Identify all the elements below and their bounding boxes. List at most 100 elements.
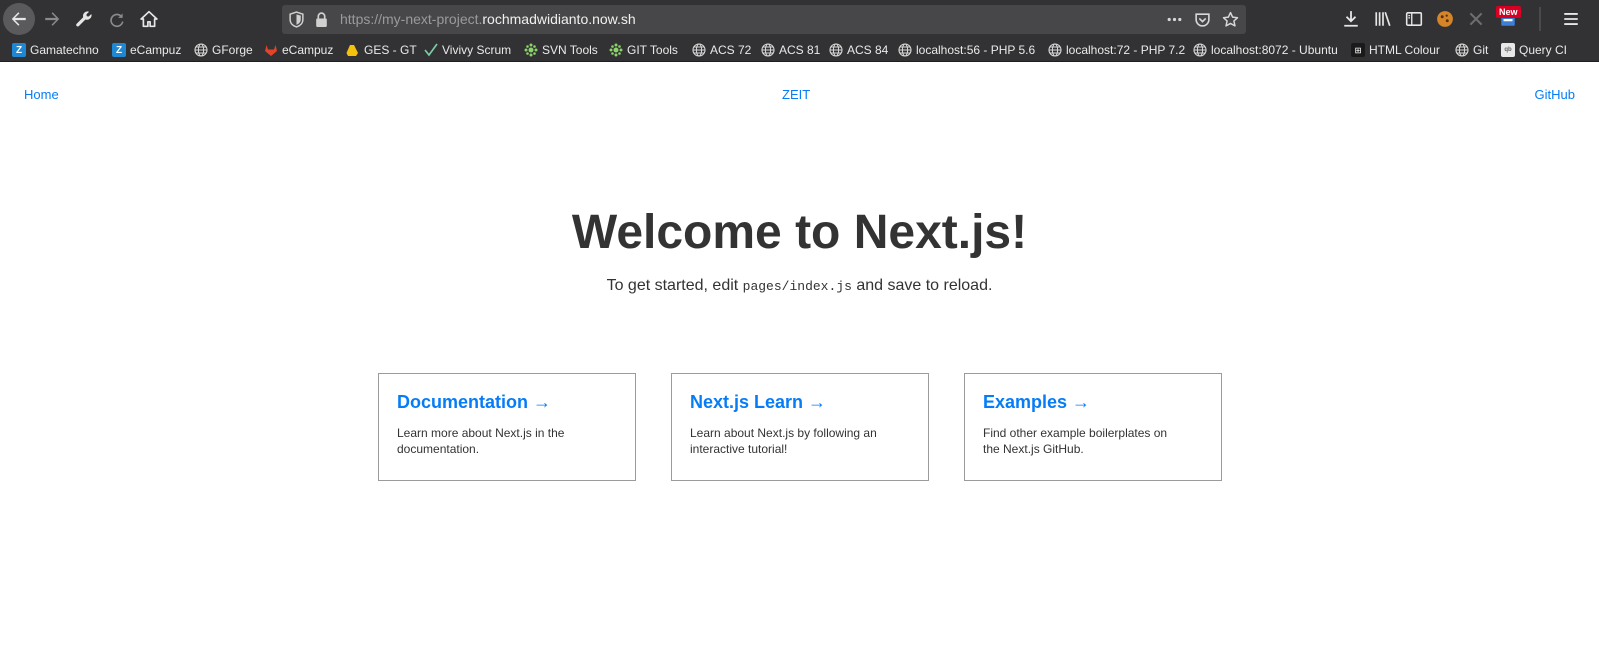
page-content: Home ZEIT GitHub Welcome to Next.js! To … [0, 63, 1599, 647]
folder-icon [346, 43, 360, 57]
toolbar-divider [1539, 7, 1541, 31]
card-title: Examples → [983, 392, 1091, 412]
bookmark-acs-81[interactable]: ACS 81 [761, 42, 820, 58]
extension-cookie-button[interactable] [1435, 9, 1455, 29]
bookmark-label: GES - GT [364, 43, 417, 57]
bookmark-localhost-8072[interactable]: localhost:8072 - Ubuntu [1193, 42, 1338, 58]
bookmark-label: SVN Tools [542, 43, 598, 57]
downloads-button[interactable] [1341, 9, 1361, 29]
bookmark-label: localhost:56 - PHP 5.6 [916, 43, 1036, 57]
svn-icon [524, 43, 538, 57]
reload-icon [110, 13, 124, 28]
bookmark-label: Vivivy Scrum [442, 43, 512, 57]
ellipsis-icon [1167, 17, 1181, 21]
home-button[interactable] [133, 3, 165, 35]
bookmark-label: localhost:72 - PHP 7.2 [1066, 43, 1186, 57]
forward-button[interactable] [36, 3, 68, 35]
bookmark-label: eCampuz [282, 43, 334, 57]
page-subtitle: To get started, edit pages/index.js and … [0, 277, 1599, 295]
globe-icon [1048, 43, 1062, 57]
bookmark-vivivy-scrum[interactable]: Vivivy Scrum [424, 42, 511, 58]
svn-icon [609, 43, 623, 57]
bookmark-label: Gamatechno [30, 43, 99, 57]
lock-icon[interactable] [314, 11, 329, 28]
bookmark-label: ACS 72 [710, 43, 752, 57]
url-bar[interactable]: https://my-next-project.rochmadwidianto.… [282, 5, 1246, 34]
bookmark-acs-84[interactable]: ACS 84 [829, 42, 888, 58]
sidebar-icon [1405, 12, 1423, 26]
nav-zeit-link[interactable]: ZEIT [782, 87, 810, 102]
html-colour-icon: ⊞ [1351, 43, 1365, 57]
extension-close-button[interactable] [1466, 9, 1486, 29]
page-actions-button[interactable] [1164, 9, 1184, 29]
bookmark-git-tools[interactable]: GIT Tools [609, 42, 678, 58]
bookmark-label: ACS 81 [779, 43, 821, 57]
card-title: Documentation → [397, 392, 552, 412]
bookmark-label: HTML Colour [1369, 43, 1440, 57]
examples-card[interactable]: Examples → Find other example boilerplat… [964, 373, 1222, 481]
bookmark-svn-tools[interactable]: SVN Tools [524, 42, 598, 58]
bookmark-label: Query CI [1519, 43, 1568, 57]
pocket-button[interactable] [1192, 9, 1212, 29]
card-description: Find other example boilerplates on the N… [983, 426, 1168, 456]
star-icon [1222, 11, 1238, 27]
globe-icon [761, 43, 775, 57]
globe-icon [829, 43, 843, 57]
library-button[interactable] [1373, 9, 1393, 29]
bookmark-label: eCampuz [130, 43, 182, 57]
bookmark-query-ci[interactable]: qb Query CI [1501, 42, 1567, 58]
check-icon [424, 43, 438, 57]
nav-github-link[interactable]: GitHub [1535, 87, 1575, 102]
reload-button[interactable] [101, 3, 133, 35]
bookmark-label: localhost:8072 - Ubuntu [1211, 43, 1338, 57]
subtitle-code: pages/index.js [742, 279, 852, 294]
globe-icon [1455, 43, 1469, 57]
card-title: Next.js Learn → [690, 392, 827, 412]
z-icon: Z [12, 43, 26, 57]
bookmark-ecampuz[interactable]: Z eCampuz [112, 42, 181, 58]
hamburger-menu-icon [1564, 13, 1578, 25]
home-icon [140, 10, 158, 28]
back-button[interactable] [3, 3, 35, 35]
bookmark-gforge[interactable]: GForge [194, 42, 253, 58]
arrow-left-icon [11, 12, 26, 26]
globe-icon [692, 43, 706, 57]
subtitle-before: To get started, edit [606, 277, 743, 294]
bookmark-localhost-56[interactable]: localhost:56 - PHP 5.6 [898, 42, 1035, 58]
bookmark-gamatechno[interactable]: Z Gamatechno [12, 42, 99, 58]
sidebar-button[interactable] [1404, 9, 1424, 29]
wrench-icon [76, 11, 92, 27]
gitlab-icon [264, 43, 278, 57]
nav-home-link[interactable]: Home [24, 87, 59, 102]
arrow-right-icon [45, 12, 60, 26]
bookmark-label: GIT Tools [627, 43, 678, 57]
learn-card[interactable]: Next.js Learn → Learn about Next.js by f… [671, 373, 929, 481]
z-icon: Z [112, 43, 126, 57]
bookmark-localhost-72[interactable]: localhost:72 - PHP 7.2 [1048, 42, 1185, 58]
bookmark-ges-gt[interactable]: GES - GT [346, 42, 417, 58]
tracking-protection-shield-icon[interactable] [288, 11, 305, 28]
bookmark-html-colour[interactable]: ⊞ HTML Colour [1351, 42, 1440, 58]
cookie-icon [1437, 11, 1453, 27]
bookmark-label: GForge [212, 43, 253, 57]
page-title: Welcome to Next.js! [571, 206, 1028, 259]
download-icon [1344, 11, 1358, 27]
query-ci-icon: qb [1501, 43, 1515, 57]
developer-tools-button[interactable] [68, 3, 100, 35]
bookmark-git[interactable]: Git [1455, 42, 1488, 58]
new-badge: New [1496, 6, 1521, 18]
bookmark-acs-72[interactable]: ACS 72 [692, 42, 751, 58]
bookmark-ecampuz-gitlab[interactable]: eCampuz [264, 42, 333, 58]
bookmark-label: Git [1473, 43, 1489, 57]
browser-toolbar: https://my-next-project.rochmadwidianto.… [0, 0, 1599, 38]
url-host: rochmadwidianto.now.sh [482, 11, 636, 27]
card-description: Learn more about Next.js in the document… [397, 426, 565, 456]
url-text[interactable]: https://my-next-project.rochmadwidianto.… [340, 11, 636, 27]
bookmark-star-button[interactable] [1220, 9, 1240, 29]
menu-button[interactable] [1561, 9, 1581, 29]
globe-icon [1193, 43, 1207, 57]
globe-icon [194, 43, 208, 57]
bookmarks-bar: Z Gamatechno Z eCampuz GForge eCampuz GE… [0, 38, 1599, 62]
documentation-card[interactable]: Documentation → Learn more about Next.js… [378, 373, 636, 481]
close-icon [1469, 12, 1483, 26]
